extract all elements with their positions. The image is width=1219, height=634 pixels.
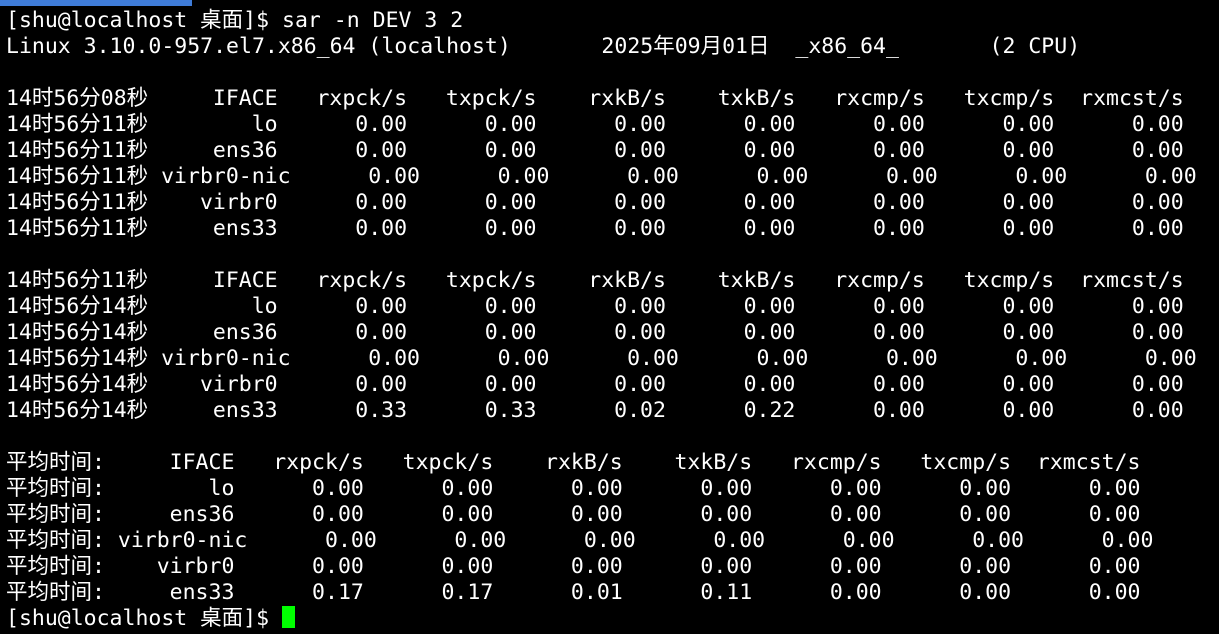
- block2-row: 14时56分14秒 lo 0.00 0.00 0.00 0.00 0.00 0.…: [6, 294, 1184, 319]
- block1-header: 14时56分08秒 IFACE rxpck/s txpck/s rxkB/s t…: [6, 86, 1184, 111]
- block1-row: 14时56分11秒 virbr0 0.00 0.00 0.00 0.00 0.0…: [6, 190, 1184, 215]
- block2-row: 14时56分14秒 virbr0 0.00 0.00 0.00 0.00 0.0…: [6, 372, 1184, 397]
- system-info-line: Linux 3.10.0-957.el7.x86_64 (localhost) …: [6, 34, 1081, 59]
- block2-header: 14时56分11秒 IFACE rxpck/s txpck/s rxkB/s t…: [6, 268, 1184, 293]
- text-cursor: [282, 606, 296, 628]
- block2-row: 14时56分14秒 ens33 0.33 0.33 0.02 0.22 0.00…: [6, 398, 1184, 423]
- average-row: 平均时间: virbr0 0.00 0.00 0.00 0.00 0.00 0.…: [6, 554, 1141, 579]
- prompt-host: [shu@localhost: [6, 8, 188, 33]
- block2-row: 14时56分14秒 ens36 0.00 0.00 0.00 0.00 0.00…: [6, 320, 1184, 345]
- terminal-tab-bar: [0, 0, 1219, 7]
- prompt-line[interactable]: [shu@localhost 桌面]$: [6, 606, 1219, 632]
- block1-row: 14时56分11秒 ens36 0.00 0.00 0.00 0.00 0.00…: [6, 138, 1184, 163]
- command-text: sar -n DEV 3 2: [282, 8, 464, 33]
- block1-row: 14时56分11秒 ens33 0.00 0.00 0.00 0.00 0.00…: [6, 216, 1184, 241]
- block2-row: 14时56分14秒 virbr0-nic 0.00 0.00 0.00 0.00…: [6, 346, 1197, 371]
- average-row: 平均时间: ens36 0.00 0.00 0.00 0.00 0.00 0.0…: [6, 502, 1141, 527]
- average-row: 平均时间: ens33 0.17 0.17 0.01 0.11 0.00 0.0…: [6, 580, 1141, 605]
- prompt-dir: 桌面]$: [200, 606, 270, 631]
- average-header: 平均时间: IFACE rxpck/s txpck/s rxkB/s txkB/…: [6, 450, 1141, 475]
- block1-row: 14时56分11秒 virbr0-nic 0.00 0.00 0.00 0.00…: [6, 164, 1197, 189]
- prompt-dir: 桌面]$: [200, 8, 270, 33]
- terminal-output[interactable]: [shu@localhost 桌面]$ sar -n DEV 3 2 Linux…: [6, 8, 1219, 634]
- average-row: 平均时间: lo 0.00 0.00 0.00 0.00 0.00 0.00 0…: [6, 476, 1141, 501]
- prompt-host: [shu@localhost: [6, 606, 188, 631]
- block1-row: 14时56分11秒 lo 0.00 0.00 0.00 0.00 0.00 0.…: [6, 112, 1184, 137]
- average-row: 平均时间: virbr0-nic 0.00 0.00 0.00 0.00 0.0…: [6, 528, 1154, 553]
- active-tab-indicator[interactable]: [0, 0, 192, 6]
- command-line: [shu@localhost 桌面]$ sar -n DEV 3 2: [6, 8, 1219, 34]
